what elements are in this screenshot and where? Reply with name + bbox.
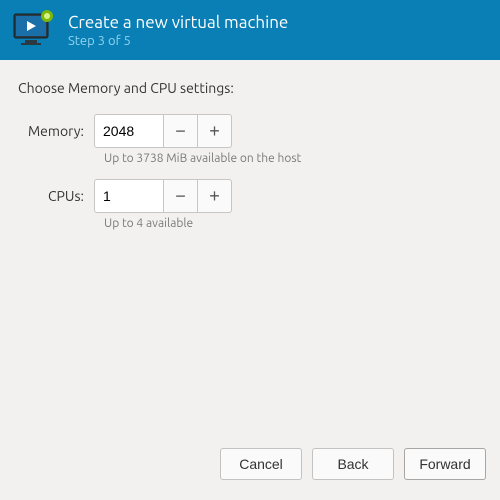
cpus-input[interactable]: [94, 179, 164, 213]
header-titles: Create a new virtual machine Step 3 of 5: [68, 13, 288, 48]
memory-hint: Up to 3738 MiB available on the host: [104, 152, 482, 165]
cancel-button[interactable]: Cancel: [220, 448, 302, 480]
memory-spinbox: − +: [94, 114, 232, 148]
memory-input[interactable]: [94, 114, 164, 148]
memory-label: Memory:: [18, 123, 94, 139]
wizard-title: Create a new virtual machine: [68, 13, 288, 32]
cpus-hint: Up to 4 available: [104, 217, 482, 230]
back-button[interactable]: Back: [312, 448, 394, 480]
wizard-header: Create a new virtual machine Step 3 of 5: [0, 0, 500, 60]
section-heading: Choose Memory and CPU settings:: [18, 80, 482, 96]
cpus-label: CPUs:: [18, 188, 94, 204]
forward-button[interactable]: Forward: [404, 448, 486, 480]
cpus-decrement-button[interactable]: −: [164, 179, 198, 213]
cpus-spinbox: − +: [94, 179, 232, 213]
wizard-content: Choose Memory and CPU settings: Memory: …: [0, 60, 500, 433]
memory-row: Memory: − +: [18, 114, 482, 148]
cpus-row: CPUs: − +: [18, 179, 482, 213]
wizard-footer: Cancel Back Forward: [0, 433, 500, 500]
cpus-increment-button[interactable]: +: [198, 179, 232, 213]
memory-decrement-button[interactable]: −: [164, 114, 198, 148]
memory-increment-button[interactable]: +: [198, 114, 232, 148]
vm-monitor-icon: [12, 10, 56, 50]
wizard-step-label: Step 3 of 5: [68, 34, 288, 48]
